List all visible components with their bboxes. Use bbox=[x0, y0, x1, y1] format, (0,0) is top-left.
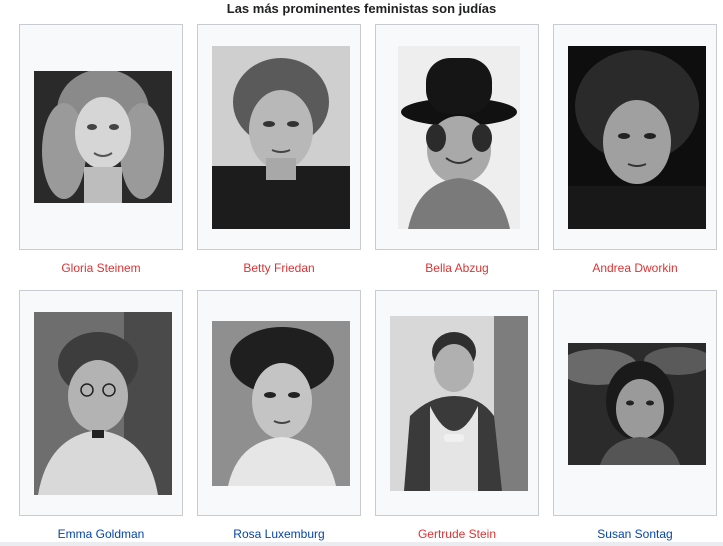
gallery-item: Andrea Dworkin bbox=[534, 18, 717, 280]
portrait-photo[interactable] bbox=[212, 321, 350, 486]
gallery-item: Emma Goldman bbox=[0, 284, 183, 546]
gallery-item: Susan Sontag bbox=[534, 284, 717, 546]
person-link[interactable]: Gloria Steinem bbox=[61, 261, 140, 275]
gallery-item: Bella Abzug bbox=[356, 18, 539, 280]
gallery-text: Susan Sontag bbox=[553, 526, 717, 542]
thumbnail-frame[interactable] bbox=[19, 290, 183, 516]
thumbnail-frame[interactable] bbox=[375, 290, 539, 516]
gallery-item: Gloria Steinem bbox=[0, 18, 183, 280]
person-link[interactable]: Susan Sontag bbox=[597, 527, 672, 541]
thumbnail-frame[interactable] bbox=[19, 24, 183, 250]
gallery-text: Bella Abzug bbox=[375, 260, 539, 276]
gallery-text: Betty Friedan bbox=[197, 260, 361, 276]
portrait-photo[interactable] bbox=[212, 46, 350, 229]
thumbnail-frame[interactable] bbox=[553, 290, 717, 516]
person-link[interactable]: Rosa Luxemburg bbox=[233, 527, 324, 541]
gallery-text: Rosa Luxemburg bbox=[197, 526, 361, 542]
person-link[interactable]: Gertrude Stein bbox=[418, 527, 496, 541]
portrait-photo[interactable] bbox=[34, 312, 172, 495]
gallery-item: Betty Friedan bbox=[178, 18, 361, 280]
portrait-photo[interactable] bbox=[34, 71, 172, 203]
person-link[interactable]: Andrea Dworkin bbox=[592, 261, 677, 275]
thumbnail-frame[interactable] bbox=[375, 24, 539, 250]
portrait-photo[interactable] bbox=[390, 316, 528, 491]
person-link[interactable]: Betty Friedan bbox=[243, 261, 314, 275]
thumbnail-frame[interactable] bbox=[197, 24, 361, 250]
thumbnail-frame[interactable] bbox=[553, 24, 717, 250]
gallery-text: Emma Goldman bbox=[19, 526, 183, 542]
gallery-caption: Las más prominentes feministas son judía… bbox=[226, 1, 497, 16]
portrait-photo[interactable] bbox=[568, 46, 706, 229]
scroll-edge bbox=[0, 542, 723, 546]
gallery-item: Rosa Luxemburg bbox=[178, 284, 361, 546]
gallery-text: Gloria Steinem bbox=[19, 260, 183, 276]
gallery-text: Gertrude Stein bbox=[375, 526, 539, 542]
gallery-item: Gertrude Stein bbox=[356, 284, 539, 546]
thumbnail-frame[interactable] bbox=[197, 290, 361, 516]
person-link[interactable]: Bella Abzug bbox=[425, 261, 488, 275]
person-link[interactable]: Emma Goldman bbox=[58, 527, 145, 541]
portrait-photo[interactable] bbox=[398, 46, 520, 229]
portrait-photo[interactable] bbox=[568, 343, 706, 465]
portrait-gallery: Gloria Steinem Betty Friedan Bella Abzug… bbox=[0, 18, 723, 542]
gallery-text: Andrea Dworkin bbox=[553, 260, 717, 276]
